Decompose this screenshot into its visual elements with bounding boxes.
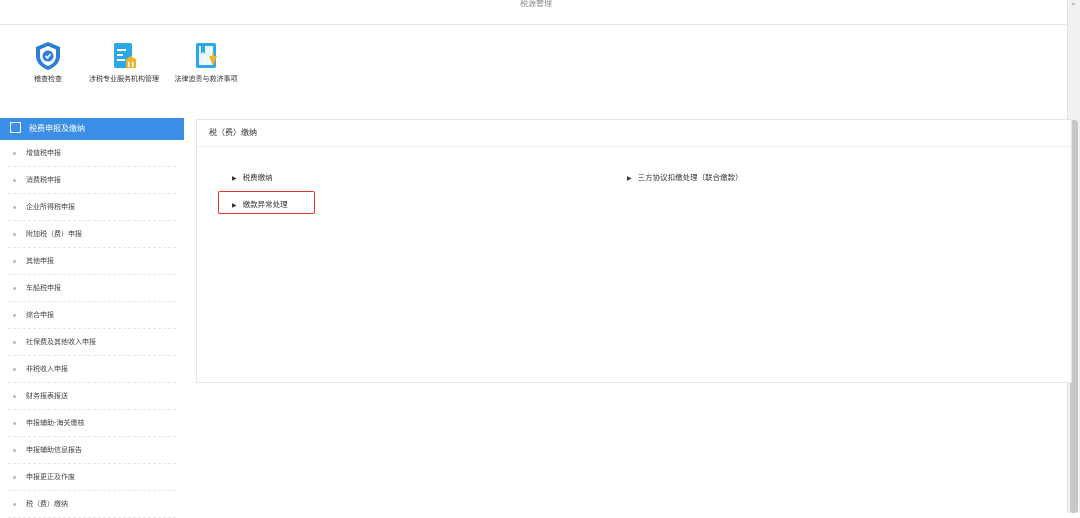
sidebar-item-label: 申报辅助信息报告 bbox=[26, 446, 82, 454]
sidebar-item-corporate-income-tax[interactable]: 企业所得税申报 bbox=[8, 194, 176, 221]
sidebar-item-correction[interactable]: 申报更正及作废 bbox=[8, 464, 176, 491]
bullet-icon bbox=[13, 178, 16, 182]
sidebar-item-label: 综合申报 bbox=[26, 311, 54, 319]
toolbar-item-label: 稽查检查 bbox=[34, 75, 62, 83]
bullet-icon bbox=[13, 421, 16, 425]
shield-check-icon bbox=[32, 40, 64, 72]
law-book-icon bbox=[190, 40, 222, 72]
bullet-icon bbox=[13, 448, 16, 452]
toolbar-item-label: 法律追责与救济事项 bbox=[174, 75, 238, 83]
bullet-icon bbox=[13, 151, 16, 155]
sidebar-item-label: 财务报表报送 bbox=[26, 392, 68, 400]
sidebar-item-label: 增值税申报 bbox=[26, 149, 61, 157]
bullet-icon bbox=[13, 502, 16, 506]
toolbar-item-inspection[interactable]: 稽查检查 bbox=[8, 40, 88, 84]
sidebar-item-customs[interactable]: 申报辅助-海关缴核 bbox=[8, 410, 176, 437]
sidebar: 税费申报及缴纳 增值税申报 消费税申报 企业所得税申报 附加税（费）申报 其他申… bbox=[0, 118, 184, 518]
sidebar-item-label: 车船税申报 bbox=[26, 284, 61, 292]
top-bar: 税源管理 bbox=[0, 0, 1068, 25]
triangle-right-icon: ▶ bbox=[232, 175, 237, 182]
bullet-icon bbox=[13, 367, 16, 371]
toolbar-item-label: 涉税专业服务机构管理 bbox=[89, 75, 159, 83]
sidebar-item-social-insurance[interactable]: 社保费及其他收入申报 bbox=[8, 329, 176, 356]
panel-title: 税（费）缴纳 bbox=[197, 120, 1071, 147]
sidebar-item-label: 非税收入申报 bbox=[26, 365, 68, 373]
toolbar-item-service-agency[interactable]: 涉税专业服务机构管理 bbox=[84, 40, 164, 84]
highlight-box bbox=[218, 191, 315, 214]
sidebar-item-label: 税（费）缴纳 bbox=[26, 500, 68, 508]
sidebar-item-label: 社保费及其他收入申报 bbox=[26, 338, 96, 346]
bullet-icon bbox=[13, 205, 16, 209]
triangle-right-icon: ▶ bbox=[627, 175, 632, 182]
sidebar-header[interactable]: 税费申报及缴纳 bbox=[0, 118, 184, 140]
document-icon bbox=[10, 122, 21, 133]
sidebar-item-comprehensive[interactable]: 综合申报 bbox=[8, 302, 176, 329]
bullet-icon bbox=[13, 475, 16, 479]
sidebar-item-label: 其他申报 bbox=[26, 257, 54, 265]
bullet-icon bbox=[13, 259, 16, 263]
sidebar-item-tax-payment[interactable]: 税（费）缴纳 bbox=[8, 491, 176, 518]
scroll-up-icon[interactable]: ⌃ bbox=[1070, 2, 1077, 11]
sidebar-item-consumption-tax[interactable]: 消费税申报 bbox=[8, 167, 176, 194]
bullet-icon bbox=[13, 286, 16, 290]
sidebar-item-label: 附加税（费）申报 bbox=[26, 230, 82, 238]
document-building-icon bbox=[108, 40, 140, 72]
link-tax-payment[interactable]: ▶ 税费缴纳 bbox=[232, 172, 273, 183]
link-tripartite-agreement[interactable]: ▶ 三方协议扣缴处理（联合缴款） bbox=[627, 172, 743, 183]
bullet-icon bbox=[13, 340, 16, 344]
sidebar-item-vat[interactable]: 增值税申报 bbox=[8, 140, 176, 167]
sidebar-item-non-tax[interactable]: 非税收入申报 bbox=[8, 356, 176, 383]
content-panel: 税（费）缴纳 ▶ 税费缴纳 ▶ 三方协议扣缴处理（联合缴款） ▶ 缴款异常处理 bbox=[196, 119, 1072, 383]
bullet-icon bbox=[13, 232, 16, 236]
link-label: 税费缴纳 bbox=[242, 173, 273, 182]
sidebar-item-label: 消费税申报 bbox=[26, 176, 61, 184]
sidebar-item-label: 申报更正及作废 bbox=[26, 473, 75, 481]
sidebar-item-vehicle-tax[interactable]: 车船税申报 bbox=[8, 275, 176, 302]
link-label: 三方协议扣缴处理（联合缴款） bbox=[637, 173, 743, 182]
sidebar-item-info-report[interactable]: 申报辅助信息报告 bbox=[8, 437, 176, 464]
sidebar-item-label: 申报辅助-海关缴核 bbox=[26, 419, 85, 427]
sidebar-header-label: 税费申报及缴纳 bbox=[29, 124, 85, 133]
sidebar-item-label: 企业所得税申报 bbox=[26, 203, 75, 211]
sidebar-item-financial-report[interactable]: 财务报表报送 bbox=[8, 383, 176, 410]
sidebar-item-surcharge[interactable]: 附加税（费）申报 bbox=[8, 221, 176, 248]
bullet-icon bbox=[13, 394, 16, 398]
toolbar-item-legal[interactable]: 法律追责与救济事项 bbox=[166, 40, 246, 84]
window-title: 税源管理 bbox=[520, 0, 552, 8]
bullet-icon bbox=[13, 313, 16, 317]
sidebar-item-other[interactable]: 其他申报 bbox=[8, 248, 176, 275]
